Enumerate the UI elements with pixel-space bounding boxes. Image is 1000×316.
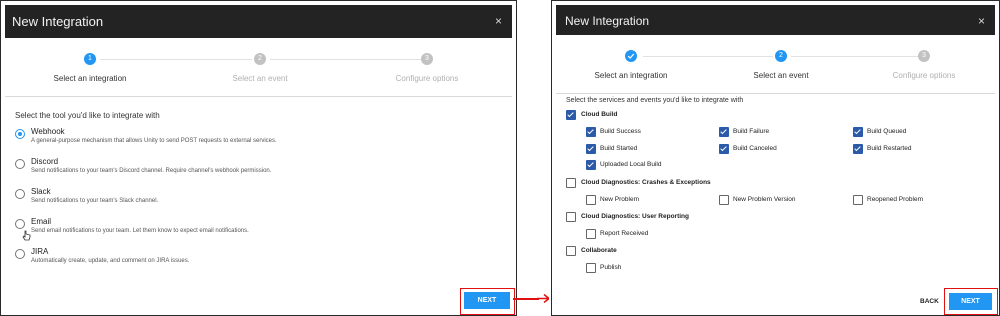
back-button[interactable]: BACK — [920, 298, 939, 305]
step-select-integration: Select an integration — [556, 35, 706, 93]
next-button[interactable]: NEXT — [464, 292, 510, 309]
event-checkbox[interactable] — [719, 195, 730, 206]
event-label: Build Restarted — [867, 145, 912, 152]
step-number-icon: 2 — [775, 50, 787, 62]
event-label: Report Received — [600, 230, 649, 237]
stepper: Select an integration 2 Select an event … — [556, 35, 995, 94]
event-label: New Problem Version — [733, 196, 796, 203]
step-label: Select an integration — [594, 71, 668, 80]
event-checkbox[interactable] — [719, 144, 730, 155]
arrow-line — [513, 298, 539, 300]
step-label: Select an event — [232, 74, 288, 83]
step-label: Select an event — [753, 71, 809, 80]
event-label: Build Success — [600, 128, 641, 135]
event-checkbox[interactable] — [719, 127, 730, 138]
event-checkbox[interactable] — [586, 263, 597, 274]
group-checkbox-user-reporting[interactable] — [566, 212, 577, 223]
option-name: Webhook — [31, 127, 65, 136]
event-checkbox[interactable] — [586, 195, 597, 206]
arrow-head-icon — [537, 294, 549, 303]
events-prompt: Select the services and events you'd lik… — [566, 97, 744, 104]
event-label: Build Queued — [867, 128, 907, 135]
event-label: Build Canceled — [733, 145, 777, 152]
event-label: Build Started — [600, 145, 638, 152]
integration-dialog-step-2: New Integration × Select an integration … — [551, 0, 1000, 316]
step-select-integration: 1 Select an integration — [5, 38, 175, 96]
step-number-icon: 1 — [84, 53, 96, 65]
radio-button[interactable] — [15, 219, 25, 229]
integration-dialog-step-1: New Integration × 1 Select an integratio… — [0, 0, 517, 316]
event-checkbox[interactable] — [586, 144, 597, 155]
option-description: Send notifications to your team's Slack … — [31, 198, 159, 204]
radio-button[interactable] — [15, 249, 25, 259]
option-email[interactable]: Email Send email notifications to your t… — [15, 216, 495, 242]
step-label: Configure options — [395, 74, 459, 83]
next-button[interactable]: NEXT — [949, 293, 992, 310]
group-checkbox-collaborate[interactable] — [566, 246, 577, 257]
event-label: Uploaded Local Build — [600, 161, 662, 168]
option-slack[interactable]: Slack Send notifications to your team's … — [15, 186, 495, 212]
stepper: 1 Select an integration 2 Select an even… — [5, 38, 512, 97]
event-checkbox[interactable] — [586, 229, 597, 240]
group-label: Cloud Diagnostics: User Reporting — [581, 213, 689, 220]
event-checkbox[interactable] — [853, 127, 864, 138]
dialog-title: New Integration — [565, 14, 650, 28]
step-configure-options: 3 Configure options — [849, 35, 999, 93]
option-description: A general-purpose mechanism that allows … — [31, 138, 277, 144]
dialog-titlebar: New Integration × — [5, 5, 512, 38]
group-label: Cloud Diagnostics: Crashes & Exceptions — [581, 179, 711, 186]
integration-prompt: Select the tool you'd like to integrate … — [15, 111, 160, 120]
option-jira[interactable]: JIRA Automatically create, update, and c… — [15, 246, 495, 272]
option-description: Send notifications to your team's Discor… — [31, 168, 272, 174]
event-checkbox[interactable] — [853, 144, 864, 155]
event-label: Reopened Problem — [867, 196, 924, 203]
step-label: Configure options — [892, 71, 956, 80]
checkmark-icon — [625, 50, 637, 62]
event-label: Build Failure — [733, 128, 770, 135]
step-select-event: 2 Select an event — [175, 38, 345, 96]
event-checkbox[interactable] — [853, 195, 864, 206]
close-icon[interactable]: × — [978, 15, 985, 27]
option-description: Automatically create, update, and commen… — [31, 258, 190, 264]
step-number-icon: 3 — [421, 53, 433, 65]
group-label: Cloud Build — [581, 111, 618, 118]
step-configure-options: 3 Configure options — [342, 38, 512, 96]
event-checkbox[interactable] — [586, 160, 597, 171]
group-label: Collaborate — [581, 247, 617, 254]
event-label: Publish — [600, 264, 622, 271]
group-checkbox-cloud-build[interactable] — [566, 110, 577, 121]
option-webhook[interactable]: Webhook A general-purpose mechanism that… — [15, 126, 495, 152]
option-name: Slack — [31, 187, 51, 196]
option-name: Discord — [31, 157, 59, 166]
option-name: JIRA — [31, 247, 49, 256]
option-description: Send email notifications to your team. L… — [31, 228, 249, 234]
step-number-icon: 3 — [918, 50, 930, 62]
group-checkbox-crashes-exceptions[interactable] — [566, 178, 577, 189]
step-number-icon: 2 — [254, 53, 266, 65]
option-name: Email — [31, 217, 52, 226]
dialog-title: New Integration — [12, 14, 104, 29]
radio-button[interactable] — [15, 189, 25, 199]
event-checkbox[interactable] — [586, 127, 597, 138]
dialog-titlebar: New Integration × — [556, 5, 995, 35]
radio-button[interactable] — [15, 129, 25, 139]
option-discord[interactable]: Discord Send notifications to your team'… — [15, 156, 495, 182]
step-select-event: 2 Select an event — [706, 35, 856, 93]
radio-button[interactable] — [15, 159, 25, 169]
event-label: New Problem — [600, 196, 640, 203]
step-label: Select an integration — [53, 74, 127, 83]
close-icon[interactable]: × — [495, 15, 502, 27]
hand-cursor-icon — [22, 230, 31, 241]
